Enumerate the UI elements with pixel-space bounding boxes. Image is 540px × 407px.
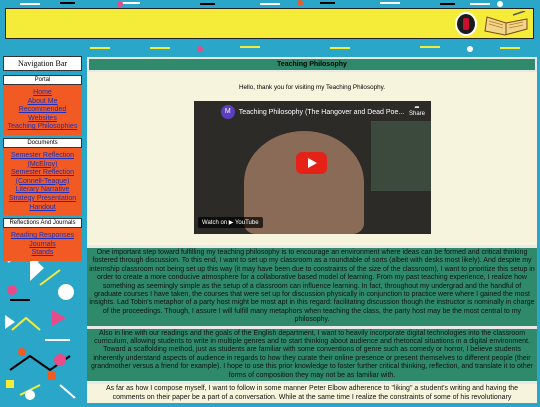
nav-section-heading-documents: Documents (3, 137, 82, 148)
nav-link-teaching-philosophies[interactable]: Teaching Philosophies (5, 123, 80, 132)
philosophy-paragraph-3: As far as how I compose myself, I want t… (87, 381, 537, 403)
share-label: Share (408, 111, 425, 117)
nav-link-semester-reflection-mcelroy[interactable]: Semester Reflection (McElroy) (5, 152, 80, 169)
philosophy-paragraph-2: Also in line with our readings and the g… (87, 325, 537, 382)
mascot-logo-icon (455, 12, 477, 36)
nav-link-literary-narrative[interactable]: Literary Narrative (5, 186, 80, 195)
site-header (5, 8, 534, 39)
nav-link-reading-responses[interactable]: Reading Responses (5, 232, 80, 241)
nav-link-strategy-presentation[interactable]: Strategy Presentation (5, 195, 80, 204)
nav-link-stands[interactable]: Stands (5, 249, 80, 258)
intro-panel: Hello, thank you for visiting my Teachin… (87, 72, 537, 245)
nav-link-journals[interactable]: Journals (5, 241, 80, 250)
nav-link-semester-reflection-connell-teague[interactable]: Semester Reflection (Connell-Teague) (5, 169, 80, 186)
play-button-icon[interactable] (296, 152, 327, 174)
nav-section-heading-portal: Portal (3, 75, 82, 85)
watch-on-youtube-button[interactable]: Watch on ▶ YouTube (198, 217, 263, 228)
philosophy-paragraph-1: One important step toward fulfilling my … (87, 245, 537, 326)
nav-section-portal: Home About Me Recommended Websites Teach… (3, 85, 82, 135)
share-icon: ➦ (414, 105, 420, 111)
video-title[interactable]: Teaching Philosophy (The Hangover and De… (239, 109, 404, 116)
intro-text: Hello, thank you for visiting my Teachin… (238, 84, 386, 91)
nav-link-about-me[interactable]: About Me (5, 98, 80, 107)
nav-title: Navigation Bar (3, 56, 82, 71)
nav-link-recommended-websites[interactable]: Recommended Websites (5, 106, 80, 123)
channel-avatar[interactable]: M (220, 105, 235, 120)
nav-section-heading-reflections: Reflections And Journals (3, 218, 82, 229)
nav-link-handout[interactable]: Handout (5, 204, 80, 213)
open-book-icon (484, 11, 528, 36)
youtube-video-embed[interactable]: M Teaching Philosophy (The Hangover and D… (194, 101, 431, 234)
nav-section-reflections: Reading Responses Journals Stands (3, 228, 82, 261)
video-title-bar[interactable]: M Teaching Philosophy (The Hangover and D… (198, 105, 427, 121)
nav-section-documents: Semester Reflection (McElroy) Semester R… (3, 147, 82, 216)
nav-link-home[interactable]: Home (5, 89, 80, 98)
navigation-bar: Navigation Bar Portal Home About Me Reco… (3, 56, 82, 261)
video-chalkboard (371, 121, 431, 191)
page-title: Teaching Philosophy (87, 57, 537, 72)
main-content: Teaching Philosophy Hello, thank you for… (87, 57, 537, 407)
share-button[interactable]: ➦ Share (409, 104, 425, 117)
